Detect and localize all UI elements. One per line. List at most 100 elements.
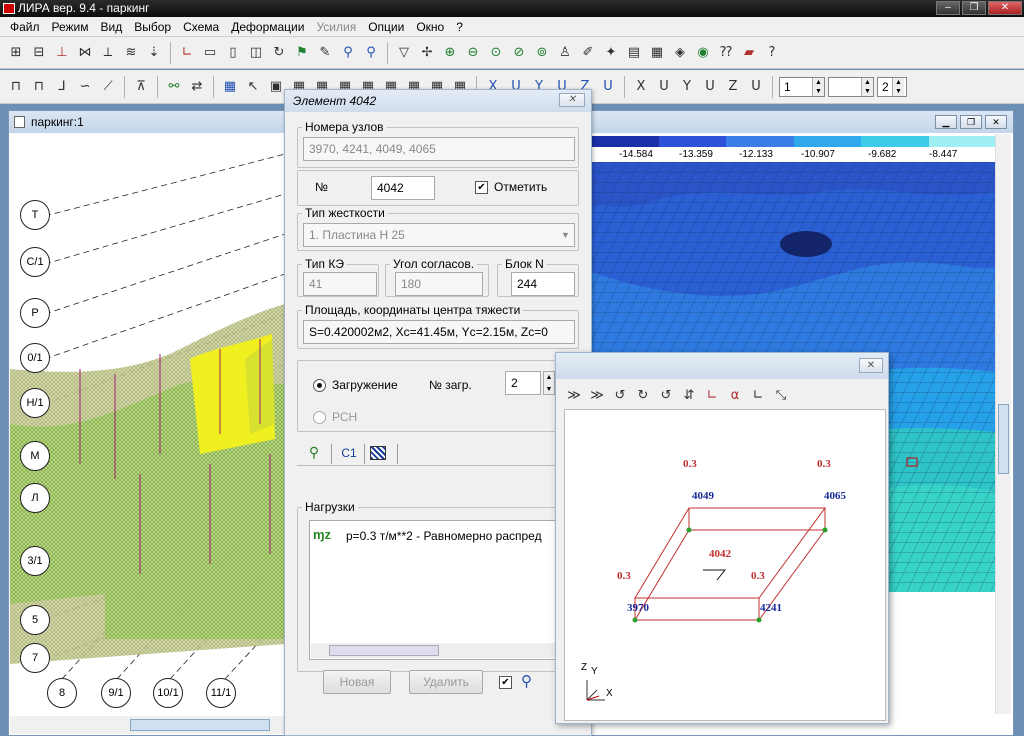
pointer-icon[interactable]: ↖: [243, 77, 263, 97]
arrows-icon[interactable]: ⤡: [771, 385, 791, 405]
element-view-canvas[interactable]: 0.3 0.3 0.3 0.3 4049 4065 3970 4241 4042…: [564, 409, 886, 721]
element-number-input[interactable]: 4042: [371, 176, 435, 200]
menu-view[interactable]: Вид: [95, 17, 129, 37]
grid-icon[interactable]: ▦: [220, 77, 240, 97]
table-icon[interactable]: ▦: [647, 43, 667, 63]
pencil-icon[interactable]: ✎: [315, 43, 335, 63]
menu-forces[interactable]: Усилия: [310, 17, 362, 37]
hinges-icon[interactable]: ⋈: [75, 43, 95, 63]
child-close-button[interactable]: ✕: [985, 115, 1007, 129]
local-axes-icon[interactable]: ⟂: [98, 43, 118, 63]
force-x-icon[interactable]: X: [631, 77, 651, 97]
highlight-icon[interactable]: ✦: [601, 43, 621, 63]
globe-icon[interactable]: ◉: [693, 43, 713, 63]
nodes-numbering-icon[interactable]: ⊞: [6, 43, 26, 63]
tab-grid[interactable]: [370, 446, 386, 460]
show-checkbox[interactable]: ✔: [499, 676, 512, 689]
force-ny-icon[interactable]: ≫: [587, 385, 607, 405]
paint-icon[interactable]: ✐: [578, 43, 598, 63]
menu-scheme[interactable]: Схема: [177, 17, 225, 37]
bottle-icon[interactable]: ♙: [555, 43, 575, 63]
zoom-icon[interactable]: ⚲: [338, 43, 358, 63]
tilt-icon[interactable]: ⟋: [98, 77, 118, 97]
swap-icon[interactable]: ⇄: [187, 77, 207, 97]
zoom-prev-icon[interactable]: ⊘: [509, 43, 529, 63]
moment-mx-icon[interactable]: ↻: [633, 385, 653, 405]
flag-icon[interactable]: ⚑: [292, 43, 312, 63]
scroll-thumb[interactable]: [329, 645, 439, 656]
elements-numbering-icon[interactable]: ⊟: [29, 43, 49, 63]
element-dialog-close-button[interactable]: ✕: [559, 93, 585, 107]
xy-plane-icon[interactable]: ▯: [223, 43, 243, 63]
force-y-icon[interactable]: Y: [677, 77, 697, 97]
menu-mode[interactable]: Режим: [46, 17, 95, 37]
scroll-thumb[interactable]: [130, 719, 270, 731]
delete-load-button[interactable]: Удалить: [409, 670, 483, 694]
yz-plane-icon[interactable]: ◫: [246, 43, 266, 63]
xz-plane-icon[interactable]: ▭: [200, 43, 220, 63]
mode-spin[interactable]: ▲ ▼: [828, 76, 874, 97]
child-minimize-button[interactable]: ▁: [935, 115, 957, 129]
menu-deformations[interactable]: Деформации: [225, 17, 310, 37]
force-ux-icon[interactable]: U: [654, 77, 674, 97]
load-list-item[interactable]: p=0.3 т/м**2 - Равномерно распред: [346, 529, 578, 543]
rsn-radio[interactable]: [313, 411, 326, 424]
baseline-icon[interactable]: ⊼: [131, 77, 151, 97]
moment-my-icon[interactable]: ↺: [656, 385, 676, 405]
third-spin[interactable]: 2 ▲ ▼: [877, 76, 907, 97]
query-icon[interactable]: ⁇: [716, 43, 736, 63]
loading-radio[interactable]: [313, 379, 326, 392]
help-icon[interactable]: ?: [762, 43, 782, 63]
tab-loads[interactable]: ⚲: [301, 444, 327, 466]
zoom-in-icon[interactable]: ⊕: [440, 43, 460, 63]
tab-c1[interactable]: С1: [335, 446, 363, 466]
rotate-icon[interactable]: ↻: [269, 43, 289, 63]
document-icon[interactable]: ▤: [624, 43, 644, 63]
zoom-window-icon[interactable]: ⚲: [361, 43, 381, 63]
menu-options[interactable]: Опции: [362, 17, 410, 37]
load-case-spin[interactable]: 1 ▲ ▼: [779, 76, 825, 97]
filter-icon[interactable]: ▽: [394, 43, 414, 63]
loop-icon[interactable]: ∽: [75, 77, 95, 97]
local-axes-icon[interactable]: ∟: [702, 385, 722, 405]
scroll-thumb[interactable]: [998, 404, 1009, 474]
menu-help[interactable]: ?: [450, 17, 469, 37]
book-icon[interactable]: ▰: [739, 43, 759, 63]
menu-select[interactable]: Выбор: [128, 17, 177, 37]
horizontal-scrollbar[interactable]: [10, 716, 285, 734]
stiffness-icon[interactable]: ≋: [121, 43, 141, 63]
disp-uz-icon[interactable]: U: [598, 77, 618, 97]
select-icon[interactable]: ✢: [417, 43, 437, 63]
load-number-input[interactable]: 2: [505, 371, 541, 395]
frame-icon[interactable]: ⊓: [6, 77, 26, 97]
menu-file[interactable]: Файл: [4, 17, 46, 37]
zoom-out-icon[interactable]: ⊖: [463, 43, 483, 63]
cursor-icon[interactable]: ⅃: [52, 77, 72, 97]
zoom-fit-icon[interactable]: ⊚: [532, 43, 552, 63]
zoom-all-icon[interactable]: ⊙: [486, 43, 506, 63]
moment-mz-icon[interactable]: ↺: [610, 385, 630, 405]
global-axes-icon[interactable]: ∟: [748, 385, 768, 405]
close-button[interactable]: ✕: [988, 1, 1022, 15]
child-restore-button[interactable]: ❐: [960, 115, 982, 129]
menu-window[interactable]: Окно: [410, 17, 450, 37]
loads-list-hscroll[interactable]: [311, 643, 577, 658]
supports-icon[interactable]: ⊥: [52, 43, 72, 63]
mark-icon[interactable]: ▣: [266, 77, 286, 97]
maximize-button[interactable]: ❐: [962, 1, 986, 15]
mark-checkbox[interactable]: ✔: [475, 181, 488, 194]
mesh-icon[interactable]: ◈: [670, 43, 690, 63]
force-uz-icon[interactable]: U: [746, 77, 766, 97]
zoom-icon[interactable]: ⚲: [521, 672, 532, 690]
model-3d-view[interactable]: [10, 134, 285, 714]
vertical-scrollbar[interactable]: [995, 134, 1011, 714]
stiffness-select[interactable]: 1. Пластина Н 25: [303, 223, 575, 247]
force-uy-icon[interactable]: U: [700, 77, 720, 97]
loads-icon[interactable]: ⇣: [144, 43, 164, 63]
force-nx-icon[interactable]: ≫: [564, 385, 584, 405]
load-number-spinner[interactable]: ▲ ▼: [543, 371, 555, 395]
alpha-icon[interactable]: α: [725, 385, 745, 405]
graph-icon[interactable]: ⚯: [164, 77, 184, 97]
force-z-icon[interactable]: Z: [723, 77, 743, 97]
axes-icon[interactable]: ∟: [177, 43, 197, 63]
